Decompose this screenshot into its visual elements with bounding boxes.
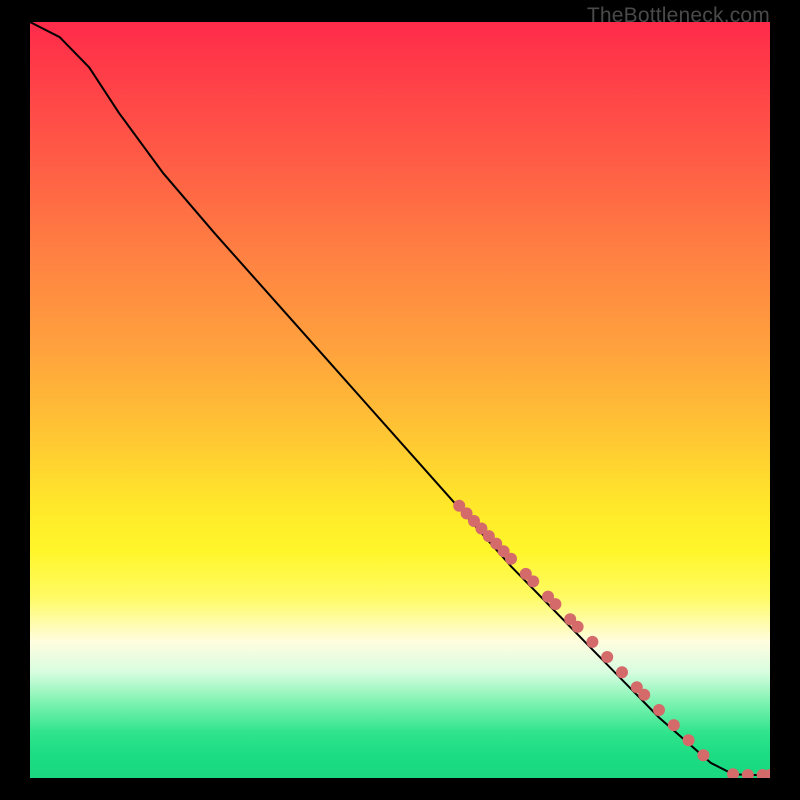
data-point bbox=[653, 704, 665, 716]
data-point bbox=[572, 621, 584, 633]
data-point bbox=[697, 749, 709, 761]
data-point bbox=[683, 734, 695, 746]
scatter-points bbox=[453, 500, 770, 778]
data-point bbox=[527, 575, 539, 587]
plot-area bbox=[30, 22, 770, 778]
data-point bbox=[742, 769, 754, 778]
chart-svg bbox=[30, 22, 770, 778]
data-point bbox=[586, 636, 598, 648]
chart-frame: TheBottleneck.com bbox=[0, 0, 800, 800]
data-point bbox=[549, 598, 561, 610]
data-point bbox=[668, 719, 680, 731]
data-point bbox=[616, 666, 628, 678]
curve-line bbox=[30, 22, 770, 775]
data-point bbox=[727, 768, 739, 778]
data-point bbox=[601, 651, 613, 663]
data-point bbox=[638, 689, 650, 701]
data-point bbox=[505, 553, 517, 565]
